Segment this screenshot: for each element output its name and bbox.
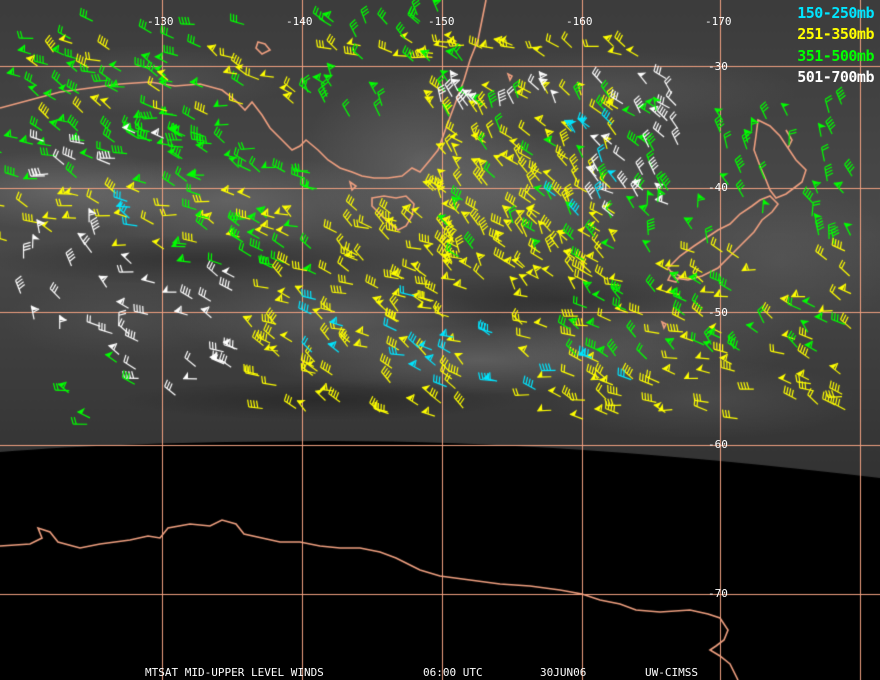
satellite-map bbox=[0, 0, 880, 680]
longitude-label: -150 bbox=[428, 15, 455, 28]
valid-time: 06:00 UTC bbox=[423, 666, 483, 679]
legend-item-251-350mb: 251-350mb bbox=[797, 25, 874, 43]
product-title: MTSAT MID-UPPER LEVEL WINDS bbox=[145, 666, 324, 679]
latitude-label: -70 bbox=[708, 587, 728, 600]
latitude-label: -60 bbox=[708, 438, 728, 451]
longitude-label: -130 bbox=[147, 15, 174, 28]
longitude-label: -140 bbox=[286, 15, 313, 28]
legend-item-150-250mb: 150-250mb bbox=[797, 4, 874, 22]
longitude-label: -170 bbox=[705, 15, 732, 28]
legend-item-351-500mb: 351-500mb bbox=[797, 47, 874, 65]
product-footer: MTSAT MID-UPPER LEVEL WINDS 06:00 UTC 30… bbox=[0, 664, 880, 679]
longitude-label: -160 bbox=[566, 15, 593, 28]
latitude-label: -30 bbox=[708, 60, 728, 73]
legend-item-501-700mb: 501-700mb bbox=[797, 68, 874, 86]
data-source: UW-CIMSS bbox=[645, 666, 698, 679]
valid-date: 30JUN06 bbox=[540, 666, 587, 679]
latitude-label: -50 bbox=[708, 306, 728, 319]
latitude-label: -40 bbox=[708, 181, 728, 194]
